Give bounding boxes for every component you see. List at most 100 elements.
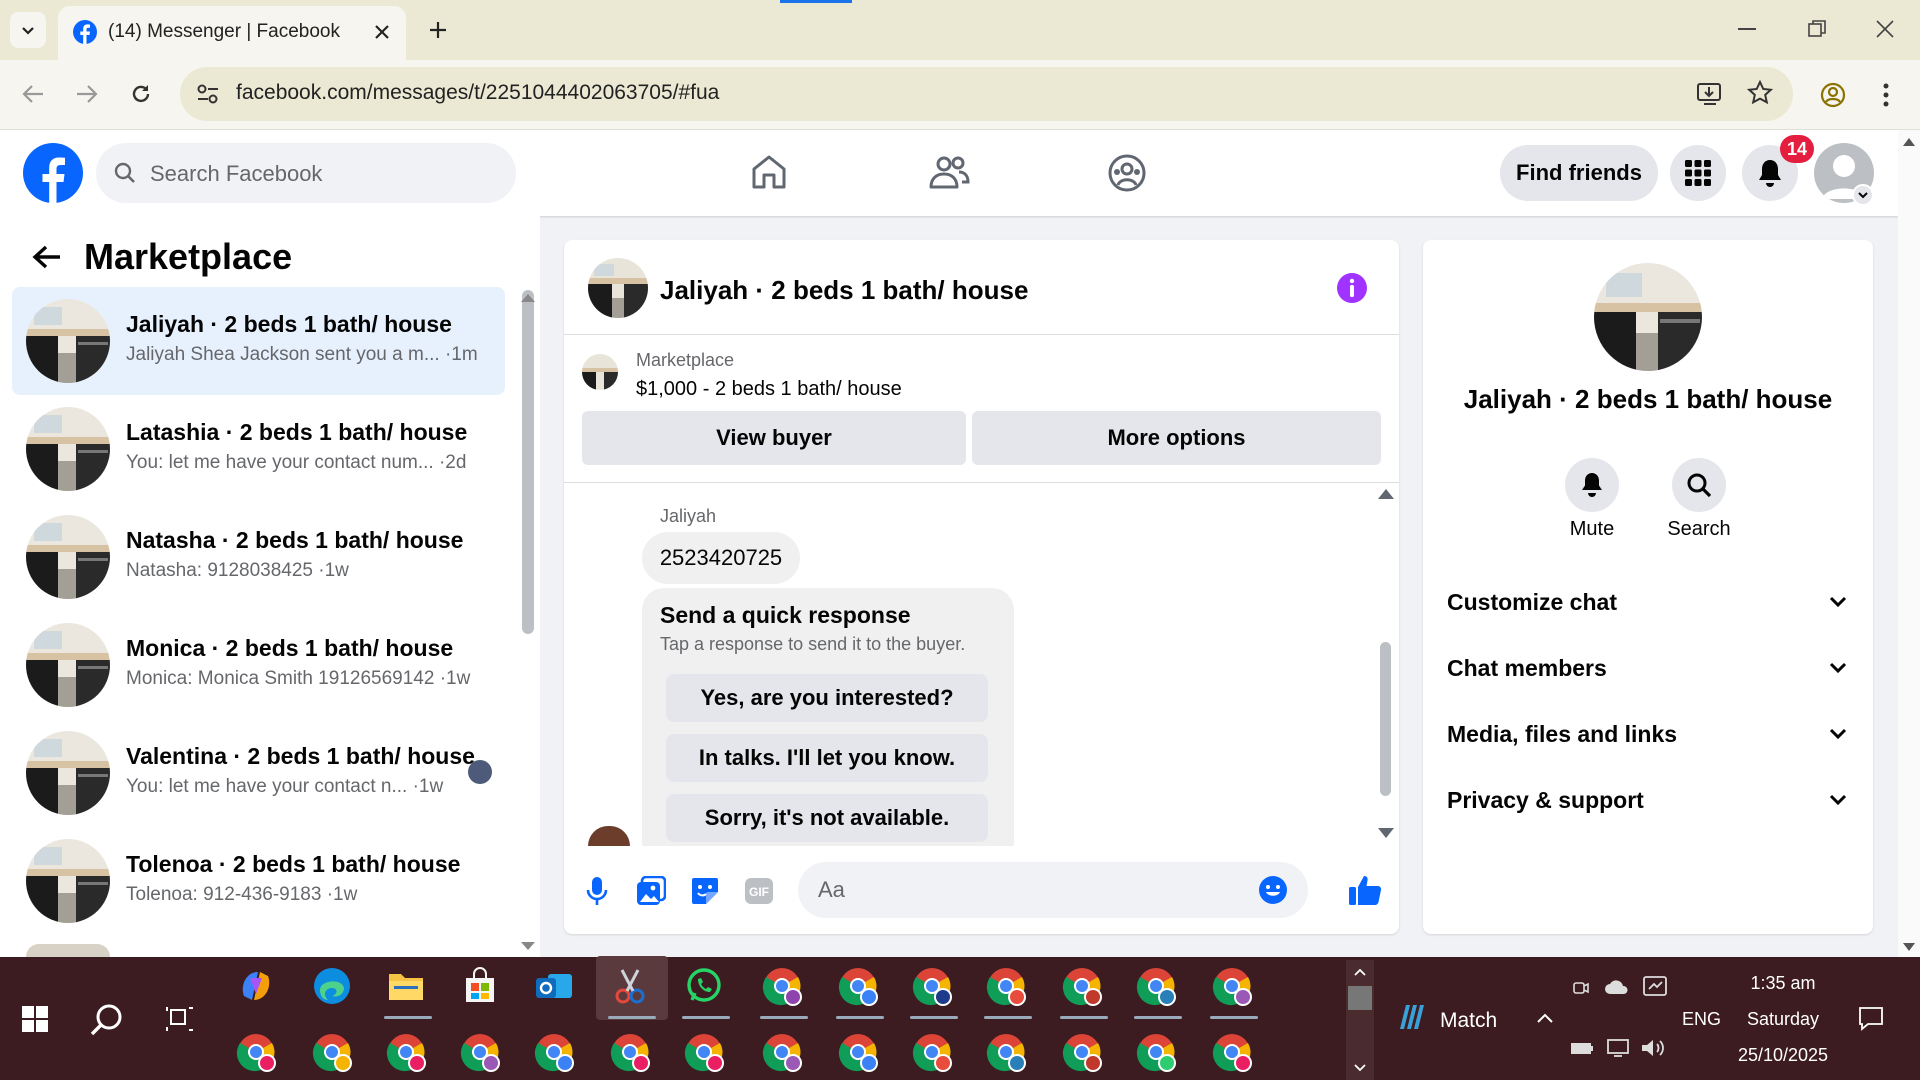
conversation-row[interactable]: Jaliyah · 2 beds 1 bath/ house Jaliyah Sh…	[12, 287, 505, 395]
chrome-profile-icon[interactable]	[986, 1032, 1030, 1076]
chrome-profile-icon[interactable]	[460, 1032, 504, 1076]
volume-icon[interactable]	[1640, 1038, 1666, 1058]
chrome-profile-icon[interactable]	[838, 1032, 882, 1076]
site-settings-icon[interactable]	[196, 83, 220, 105]
battery-icon[interactable]	[1570, 1038, 1594, 1058]
onedrive-cloud-icon[interactable]	[1604, 978, 1630, 996]
privacy-support-section[interactable]: Privacy & support	[1447, 775, 1847, 825]
quick-response-button[interactable]: In talks. I'll let you know.	[666, 734, 988, 782]
conversation-row[interactable]: Latashia · 2 beds 1 bath/ house You: let …	[12, 395, 505, 503]
chrome-profile-icon[interactable]	[1136, 966, 1180, 1010]
conversation-row[interactable]: Valentina · 2 beds 1 bath/ house You: let…	[12, 719, 505, 827]
new-tab-icon[interactable]	[428, 20, 448, 40]
conversation-scrollbar[interactable]	[522, 290, 534, 634]
outlook-icon[interactable]	[534, 966, 578, 1010]
conversation-row[interactable]: Monica · 2 beds 1 bath/ house Monica: Mon…	[12, 611, 505, 719]
sticker-icon[interactable]	[690, 876, 720, 906]
chrome-profile-icon[interactable]	[684, 1032, 728, 1076]
quick-response-button[interactable]: Sorry, it's not available.	[666, 794, 988, 842]
windows-start-icon[interactable]	[22, 1006, 48, 1032]
chrome-profile-icon[interactable]	[236, 1032, 280, 1076]
clock-time[interactable]: 1:35 am	[1700, 973, 1866, 994]
forward-arrow-icon[interactable]	[76, 84, 98, 104]
chrome-profile-icon[interactable]	[1062, 1032, 1106, 1076]
chrome-profile-icon[interactable]	[1062, 966, 1106, 1010]
scroll-up-icon[interactable]	[1378, 489, 1394, 499]
info-icon[interactable]	[1336, 272, 1368, 304]
chrome-profile-icon[interactable]	[534, 1032, 578, 1076]
url-text[interactable]: facebook.com/messages/t/2251044402063705…	[236, 81, 719, 105]
chrome-profile-icon[interactable]	[762, 1032, 806, 1076]
chrome-profile-icon[interactable]	[762, 966, 806, 1010]
snipping-tool-icon[interactable]	[610, 966, 654, 1010]
chat-members-section[interactable]: Chat members	[1447, 643, 1847, 693]
file-explorer-icon[interactable]	[386, 966, 430, 1010]
customize-chat-section[interactable]: Customize chat	[1447, 577, 1847, 627]
thumbs-up-icon[interactable]	[1348, 874, 1382, 906]
find-friends-button[interactable]: Find friends	[1500, 145, 1658, 201]
scroll-down-icon[interactable]	[521, 942, 535, 950]
chrome-profile-icon[interactable]	[986, 966, 1030, 1010]
copilot-icon[interactable]	[236, 966, 280, 1010]
conversation-row[interactable]: Tolenoa · 2 beds 1 bath/ house Tolenoa: 9…	[12, 827, 505, 935]
emoji-icon[interactable]	[1258, 875, 1288, 905]
media-files-links-section[interactable]: Media, files and links	[1447, 709, 1847, 759]
taskbar-scroll[interactable]	[1346, 960, 1374, 1080]
match-widget-label[interactable]: Match	[1440, 1009, 1497, 1033]
chrome-profile-icon[interactable]	[1136, 1032, 1180, 1076]
message-bubble[interactable]: 2523420725	[642, 532, 800, 584]
search-chat-button[interactable]	[1672, 458, 1726, 512]
taskbar-search-icon[interactable]	[90, 1003, 124, 1037]
cricket-match-icon[interactable]	[1394, 1001, 1426, 1033]
info-avatar[interactable]	[1594, 263, 1702, 371]
chrome-profile-icon[interactable]	[1212, 1032, 1256, 1076]
chrome-profile-icon[interactable]	[912, 966, 956, 1010]
scroll-down-icon[interactable]	[1903, 943, 1915, 951]
network-icon[interactable]	[1606, 1038, 1630, 1058]
chrome-profile-icon[interactable]	[838, 966, 882, 1010]
more-options-button[interactable]: More options	[972, 411, 1381, 465]
conversation-row[interactable]: Natasha · 2 beds 1 bath/ house Natasha: 9…	[12, 503, 505, 611]
account-dropdown[interactable]	[1852, 184, 1874, 206]
show-hidden-icons-icon[interactable]	[1536, 1012, 1554, 1024]
chat-header-avatar[interactable]	[588, 258, 648, 318]
message-scrollbar[interactable]	[1380, 642, 1391, 796]
url-bar[interactable]: facebook.com/messages/t/2251044402063705…	[180, 67, 1793, 121]
page-scrollbar[interactable]	[1898, 130, 1920, 957]
scroll-up-icon[interactable]	[521, 294, 535, 302]
clock-day[interactable]: Saturday	[1700, 1009, 1866, 1030]
mute-button[interactable]	[1565, 458, 1619, 512]
browser-menu-icon[interactable]	[1882, 83, 1890, 107]
edge-icon[interactable]	[312, 966, 356, 1010]
chrome-profile-icon[interactable]	[386, 1032, 430, 1076]
clock-date[interactable]: 25/10/2025	[1700, 1045, 1866, 1066]
back-arrow-icon[interactable]	[22, 84, 44, 104]
scroll-up-icon[interactable]	[1903, 138, 1915, 146]
profile-icon[interactable]	[1820, 82, 1846, 108]
back-arrow-icon[interactable]	[32, 245, 62, 269]
quick-response-button[interactable]: Yes, are you interested?	[666, 674, 988, 722]
notification-center-icon[interactable]	[1858, 1006, 1884, 1032]
reload-icon[interactable]	[130, 83, 152, 105]
task-view-icon[interactable]	[166, 1006, 194, 1032]
facebook-logo-icon[interactable]	[23, 143, 83, 203]
listing-title[interactable]: $1,000 - 2 beds 1 bath/ house	[636, 378, 902, 401]
chat-title[interactable]: Jaliyah · 2 beds 1 bath/ house	[660, 275, 1028, 306]
chrome-profile-icon[interactable]	[312, 1032, 356, 1076]
restore-icon[interactable]	[1808, 20, 1826, 38]
bookmark-star-icon[interactable]	[1747, 80, 1773, 106]
chrome-profile-icon[interactable]	[1212, 966, 1256, 1010]
close-tab-icon[interactable]	[372, 22, 392, 42]
gif-icon[interactable]: GIF	[744, 877, 774, 905]
microsoft-store-icon[interactable]	[460, 966, 504, 1010]
tab-list-button[interactable]	[10, 12, 46, 48]
groups-icon[interactable]	[1108, 154, 1146, 192]
scroll-down-icon[interactable]	[1378, 828, 1394, 838]
photo-icon[interactable]	[636, 876, 666, 906]
camera-icon[interactable]	[1572, 978, 1590, 998]
listing-thumbnail[interactable]	[582, 354, 618, 390]
friends-icon[interactable]	[928, 155, 970, 191]
message-input[interactable]: Aa	[798, 862, 1308, 918]
facebook-search-box[interactable]: Search Facebook	[96, 143, 516, 203]
view-buyer-button[interactable]: View buyer	[582, 411, 966, 465]
